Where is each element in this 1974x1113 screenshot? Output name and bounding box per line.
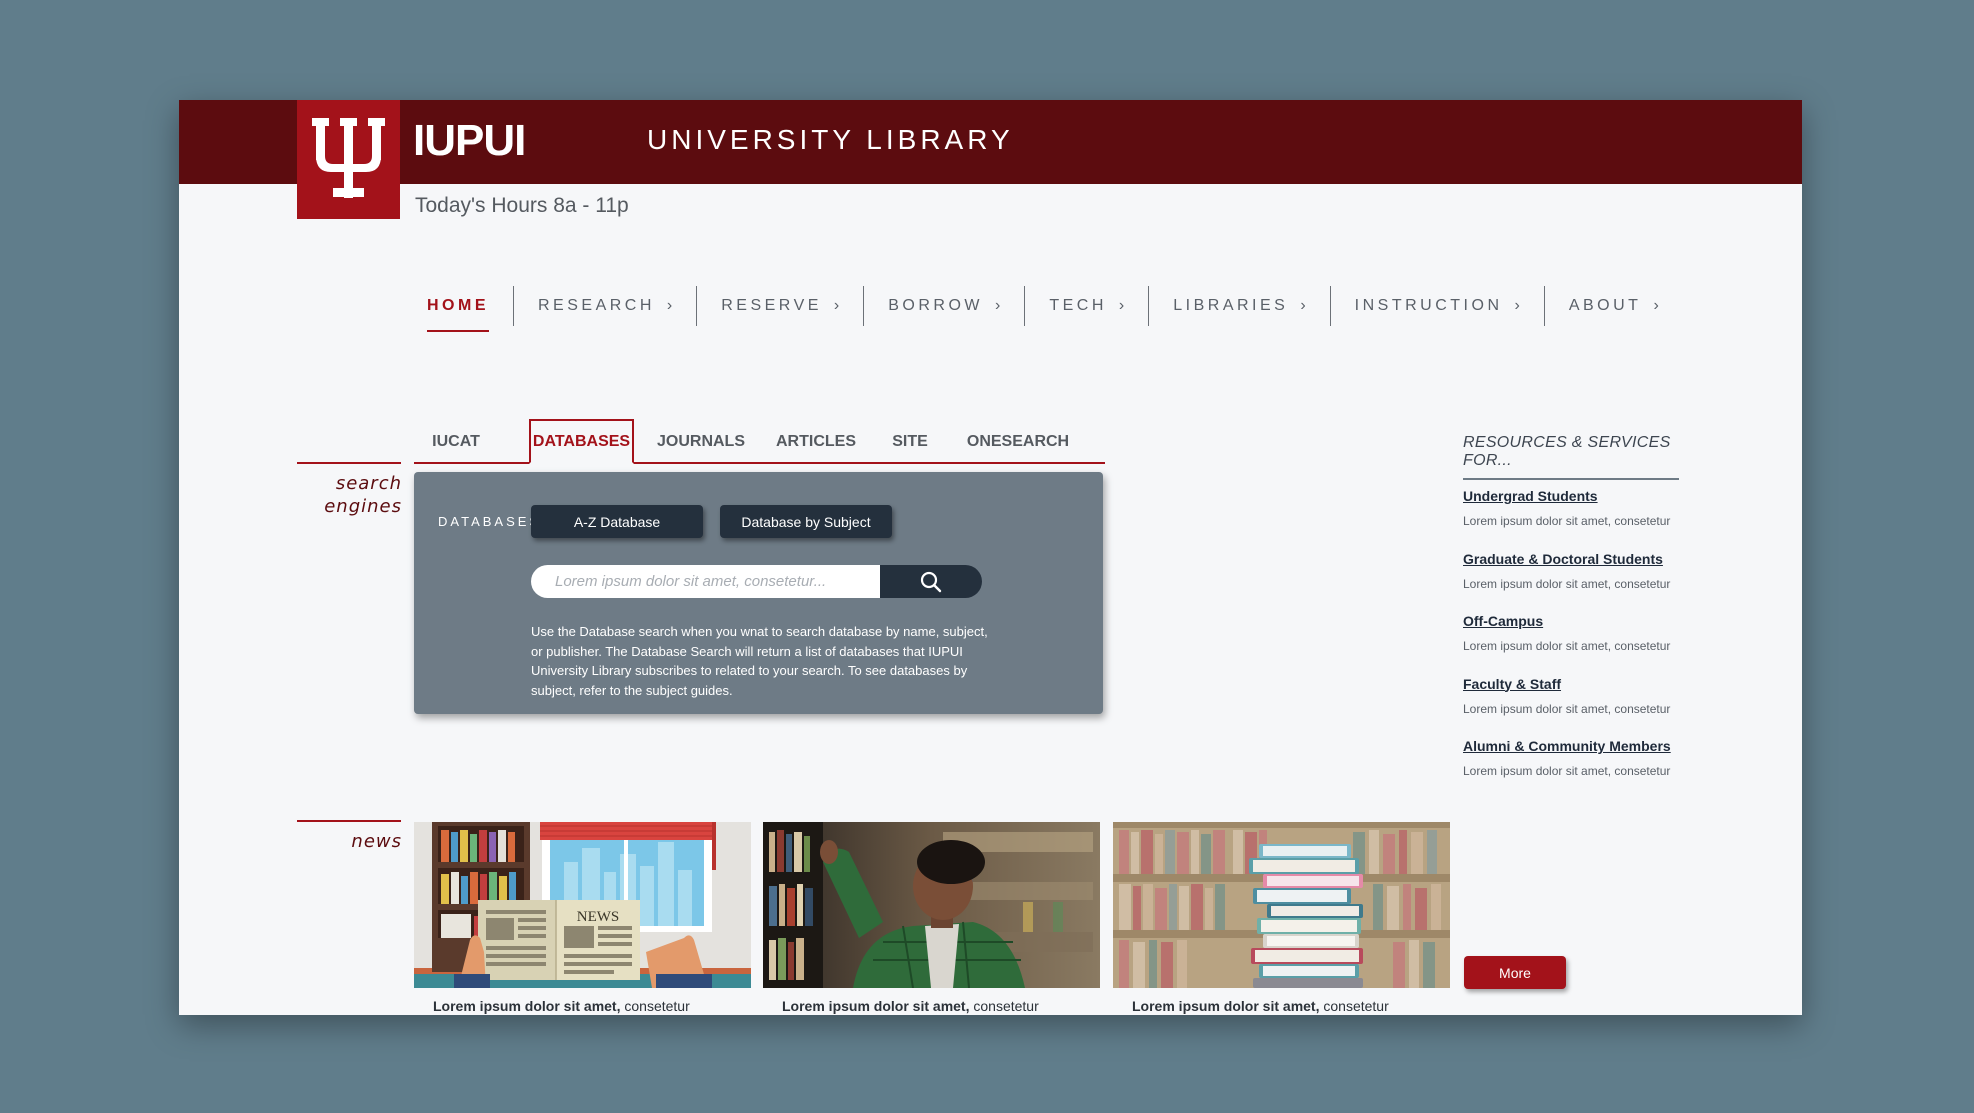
resources-title: RESOURCES & SERVICES FOR...	[1463, 434, 1679, 480]
resource-link-alumni[interactable]: Alumni & Community Members	[1463, 738, 1723, 754]
brand-name[interactable]: IUPUI	[413, 116, 526, 166]
news-caption: Lorem ipsum dolor sit amet, consetetur	[414, 998, 751, 1014]
database-search-panel: DATABASES A-Z Database Database by Subje…	[414, 472, 1103, 714]
iu-trident-logo[interactable]	[297, 100, 400, 219]
database-by-subject-button[interactable]: Database by Subject	[720, 505, 892, 538]
unit-title: UNIVERSITY LIBRARY	[647, 124, 1014, 155]
news-caption: Lorem ipsum dolor sit amet, consetetur	[1113, 998, 1450, 1014]
resource-desc: Lorem ipsum dolor sit amet, consetetur	[1463, 639, 1671, 653]
header-bar: IUPUI UNIVERSITY LIBRARY	[179, 100, 1802, 184]
nav-tech[interactable]: TECH ›	[1024, 286, 1148, 326]
chevron-right-icon: ›	[1514, 297, 1520, 314]
news-card[interactable]: NEWS Lorem ipsum dolor sit amet, consete…	[414, 822, 751, 1014]
search-icon	[920, 571, 942, 592]
news-caption-rest: consetetur	[1319, 998, 1389, 1014]
list-item: Alumni & Community Members Lorem ipsum d…	[1463, 738, 1723, 801]
search-section-rule	[297, 462, 401, 464]
resource-desc: Lorem ipsum dolor sit amet, consetetur	[1463, 576, 1671, 591]
news-section-rule	[297, 820, 401, 822]
book-stack-image	[1113, 822, 1450, 988]
news-label: news	[351, 831, 402, 852]
chevron-right-icon: ›	[666, 297, 673, 314]
trident-icon	[312, 118, 385, 198]
chevron-right-icon: ›	[1118, 297, 1125, 314]
news-illustration-image: NEWS	[414, 822, 751, 988]
tab-site[interactable]: SITE	[880, 419, 940, 464]
nav-instruction-label: INSTRUCTION	[1354, 297, 1503, 314]
nav-reserve[interactable]: RESERVE ›	[696, 286, 863, 326]
nav-borrow-label: BORROW	[888, 297, 984, 314]
search-engines-label: search engines	[297, 472, 402, 518]
resource-link-faculty[interactable]: Faculty & Staff	[1463, 676, 1723, 692]
news-caption-rest: consetetur	[620, 998, 690, 1014]
more-news-button[interactable]: More	[1464, 956, 1566, 989]
tab-onesearch[interactable]: ONESEARCH	[956, 419, 1080, 464]
tab-iucat[interactable]: IUCAT	[414, 419, 498, 464]
main-nav: HOME RESEARCH › RESERVE › BORROW › TECH › LI…	[415, 286, 1683, 332]
resources-list: Undergrad Students Lorem ipsum dolor sit…	[1463, 488, 1723, 801]
browser-page: IUPUI UNIVERSITY LIBRARY Today's Hours 8…	[179, 100, 1802, 1015]
nav-home[interactable]: HOME	[415, 286, 513, 332]
student-at-bookshelf-image	[763, 822, 1100, 988]
news-card[interactable]: Lorem ipsum dolor sit amet, consetetur	[763, 822, 1100, 1014]
tab-databases[interactable]: DATABASES	[529, 419, 634, 464]
panel-label: DATABASES	[438, 514, 542, 529]
news-card[interactable]: Lorem ipsum dolor sit amet, consetetur	[1113, 822, 1450, 1014]
chevron-right-icon: ›	[1300, 297, 1306, 314]
search-label-line2: engines	[324, 496, 402, 517]
database-search-input[interactable]	[531, 565, 880, 598]
nav-instruction[interactable]: INSTRUCTION ›	[1329, 286, 1544, 326]
search-tabs: IUCAT DATABASES JOURNALS ARTICLES SITE O…	[414, 419, 1105, 464]
news-caption: Lorem ipsum dolor sit amet, consetetur	[763, 998, 1100, 1014]
list-item: Undergrad Students Lorem ipsum dolor sit…	[1463, 488, 1723, 551]
search-button[interactable]	[880, 565, 982, 598]
chevron-right-icon: ›	[833, 297, 840, 314]
news-caption-rest: consetetur	[969, 998, 1039, 1014]
resource-desc: Lorem ipsum dolor sit amet, consetetur	[1463, 764, 1671, 778]
list-item: Off-Campus Lorem ipsum dolor sit amet, c…	[1463, 613, 1723, 676]
nav-research[interactable]: RESEARCH ›	[513, 286, 696, 326]
search-description: Use the Database search when you wnat to…	[531, 624, 988, 698]
az-database-button[interactable]: A-Z Database	[531, 505, 703, 538]
list-item: Graduate & Doctoral Students Lorem ipsum…	[1463, 551, 1723, 614]
nav-reserve-label: RESERVE	[721, 297, 822, 314]
resource-link-off-campus[interactable]: Off-Campus	[1463, 613, 1723, 629]
chevron-right-icon: ›	[995, 297, 1001, 314]
tab-journals[interactable]: JOURNALS	[646, 419, 756, 464]
resource-desc: Lorem ipsum dolor sit amet, consetetur	[1463, 514, 1671, 528]
resource-link-undergrad[interactable]: Undergrad Students	[1463, 488, 1723, 504]
chevron-right-icon: ›	[1653, 297, 1659, 314]
todays-hours: Today's Hours 8a - 11p	[415, 194, 629, 217]
news-caption-bold: Lorem ipsum dolor sit amet,	[1132, 998, 1320, 1014]
nav-about[interactable]: ABOUT ›	[1543, 286, 1683, 326]
nav-borrow[interactable]: BORROW ›	[863, 286, 1024, 326]
nav-libraries[interactable]: LIBRARIES ›	[1148, 286, 1329, 326]
resource-link-graduate[interactable]: Graduate & Doctoral Students	[1463, 551, 1723, 567]
news-caption-bold: Lorem ipsum dolor sit amet,	[782, 998, 970, 1014]
nav-tech-label: TECH	[1049, 297, 1107, 314]
nav-about-label: ABOUT	[1568, 297, 1642, 314]
resource-desc: Lorem ipsum dolor sit amet, consetetur	[1463, 701, 1671, 716]
newspaper-headline: NEWS	[577, 909, 620, 925]
nav-research-label: RESEARCH	[538, 297, 655, 314]
nav-libraries-label: LIBRARIES	[1173, 297, 1289, 314]
news-caption-bold: Lorem ipsum dolor sit amet,	[433, 998, 621, 1014]
nav-home-label: HOME	[427, 297, 489, 314]
search-label-line1: search	[335, 473, 402, 494]
list-item: Faculty & Staff Lorem ipsum dolor sit am…	[1463, 676, 1723, 739]
tab-articles[interactable]: ARTICLES	[768, 419, 864, 464]
